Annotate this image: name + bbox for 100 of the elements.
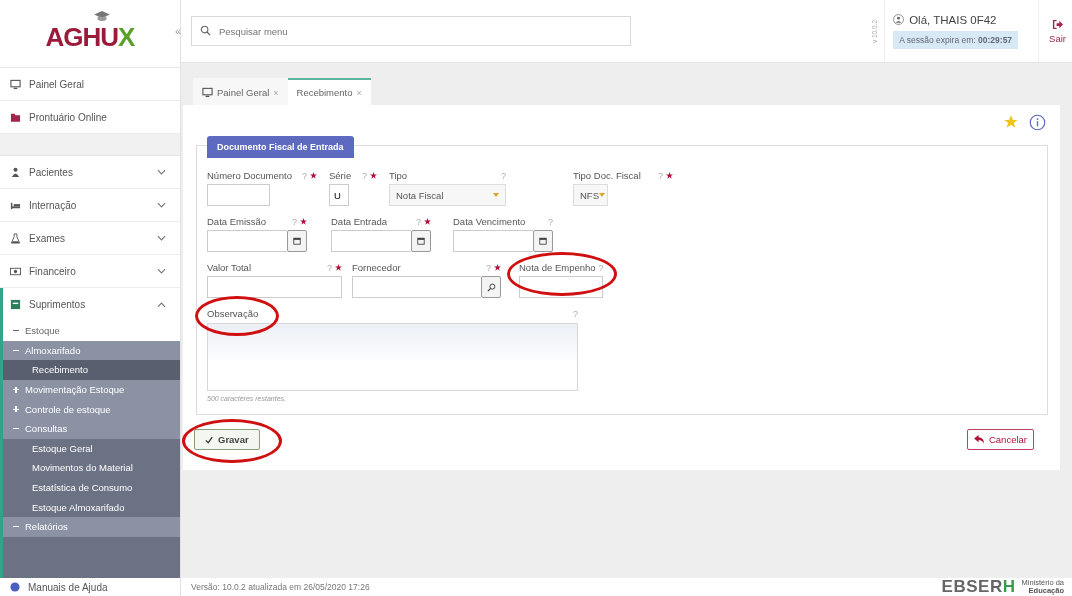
save-button[interactable]: Gravar <box>194 429 260 450</box>
aghux-logo: AGHUX <box>45 14 135 53</box>
field-label: Nota de Empenho <box>519 262 596 273</box>
required-icon <box>666 172 673 179</box>
sidebar-subitem[interactable]: Estoque Geral <box>0 438 180 459</box>
field-label: Valor Total <box>207 262 251 273</box>
user-icon <box>893 14 905 25</box>
help-mark[interactable]: ? <box>501 170 506 181</box>
monitor-icon <box>10 78 21 90</box>
search-icon <box>200 25 211 36</box>
plus-icon <box>13 406 19 413</box>
help-mark[interactable]: ? <box>573 308 578 319</box>
search-field[interactable]: Pesquisar menu <box>191 16 631 46</box>
required-icon <box>424 218 431 225</box>
tab[interactable]: Painel Geral × <box>193 78 288 105</box>
help-mark[interactable]: ? <box>302 170 307 181</box>
close-button[interactable]: × <box>356 87 362 98</box>
logout-icon <box>1052 18 1064 30</box>
required-icon <box>494 264 501 271</box>
field-label: Fornecedor <box>352 262 401 273</box>
monitor-icon <box>202 87 213 98</box>
sidebar-item[interactable]: Internação <box>0 189 180 222</box>
sidebar-subitem[interactable]: Almoxarifado <box>0 340 180 361</box>
version-text: Versão: 10.0.2 atualizada em 26/05/2020 17:26 <box>191 582 370 592</box>
chevron-down-icon <box>157 235 166 241</box>
undo-icon <box>973 435 985 444</box>
help-circle-icon <box>10 582 20 592</box>
chevron-down-icon <box>157 268 166 274</box>
text-area[interactable] <box>207 323 578 391</box>
calendar-icon <box>539 237 547 245</box>
minus-icon <box>13 327 19 334</box>
minus-icon <box>13 523 19 530</box>
sidebar-subitem[interactable]: Consultas <box>0 418 180 439</box>
minus-icon <box>13 347 19 354</box>
help-mark[interactable]: ? <box>416 216 421 227</box>
dropdown[interactable]: Nota Fiscal <box>389 184 506 206</box>
sidebar-item[interactable]: Pacientes <box>0 156 180 189</box>
calendar-button[interactable] <box>287 230 307 252</box>
dropdown[interactable]: NFS <box>573 184 608 206</box>
plus-icon <box>13 386 19 393</box>
field-label: Observação <box>207 308 259 319</box>
sidebar-subitem[interactable]: Estatística de Consumo <box>0 477 180 498</box>
sidebar-subitem[interactable]: Recebimento <box>0 360 180 380</box>
tab[interactable]: Recebimento × <box>287 78 371 105</box>
field-label: Tipo <box>389 170 408 181</box>
help-mark[interactable]: ? <box>292 216 297 227</box>
sidebar-subitem[interactable]: Relatórios <box>0 516 180 537</box>
field-label: Série <box>329 170 352 181</box>
box-icon <box>10 299 21 310</box>
sidebar-item[interactable]: Exames <box>0 222 180 255</box>
required-icon <box>310 172 317 179</box>
field-label: Tipo Doc. Fiscal <box>573 170 641 181</box>
chevron-down-icon <box>157 169 166 175</box>
caret-icon <box>493 193 499 197</box>
caret-icon <box>599 193 605 197</box>
required-icon <box>370 172 377 179</box>
chevron-up-icon <box>157 301 166 308</box>
sidebar-subitem[interactable]: Movimentação Estoque <box>0 379 180 400</box>
input-field[interactable] <box>207 276 342 298</box>
input-field[interactable] <box>453 230 533 252</box>
sidebar-subitem[interactable]: Movimentos do Material <box>0 458 180 478</box>
help-mark[interactable]: ? <box>658 170 663 181</box>
field-label: Data Vencimento <box>453 216 526 227</box>
calendar-icon <box>417 237 425 245</box>
help-mark[interactable]: ? <box>362 170 367 181</box>
folder-icon <box>10 111 21 123</box>
collapse-toggle[interactable]: « <box>175 25 185 37</box>
sidebar-item[interactable]: Painel Geral <box>0 68 180 101</box>
help-mark[interactable]: ? <box>598 262 604 273</box>
help-mark[interactable]: ? <box>327 262 332 273</box>
calendar-button[interactable] <box>533 230 553 252</box>
search-button[interactable] <box>481 276 501 298</box>
field-label: Número Documento <box>207 170 292 181</box>
input-field[interactable] <box>207 184 270 206</box>
help-mark[interactable]: ? <box>548 216 553 227</box>
calendar-icon <box>293 237 301 245</box>
section-title: Documento Fiscal de Entrada <box>207 136 354 158</box>
input-field[interactable] <box>207 230 287 252</box>
session-timer: A sessão expira em: 00:29:57 <box>893 30 1019 49</box>
check-icon <box>205 435 213 444</box>
calendar-button[interactable] <box>411 230 431 252</box>
sidebar-subitem[interactable]: Estoque Almoxarifado <box>0 497 180 517</box>
ebserh-logo: EBSERH <box>941 578 1016 596</box>
info-icon[interactable] <box>1029 113 1046 131</box>
logout-button[interactable]: Sair <box>1039 18 1072 44</box>
search-icon <box>486 282 496 292</box>
required-icon <box>335 264 342 271</box>
cancel-button[interactable]: Cancelar <box>966 429 1034 450</box>
input-field[interactable] <box>331 230 411 252</box>
input-field[interactable]: U <box>329 184 349 206</box>
input-field[interactable] <box>519 276 603 298</box>
help-mark[interactable]: ? <box>486 262 491 273</box>
sidebar-item[interactable]: Financeiro <box>0 255 180 288</box>
sidebar-subitem[interactable]: Controle de estoque <box>0 399 180 419</box>
minus-icon <box>13 425 19 432</box>
input-field[interactable] <box>352 276 481 298</box>
star-icon[interactable] <box>1003 114 1019 130</box>
field-label: Data Entrada <box>331 216 387 227</box>
chevron-down-icon <box>157 202 166 208</box>
field-label: Data Emissão <box>207 216 267 227</box>
